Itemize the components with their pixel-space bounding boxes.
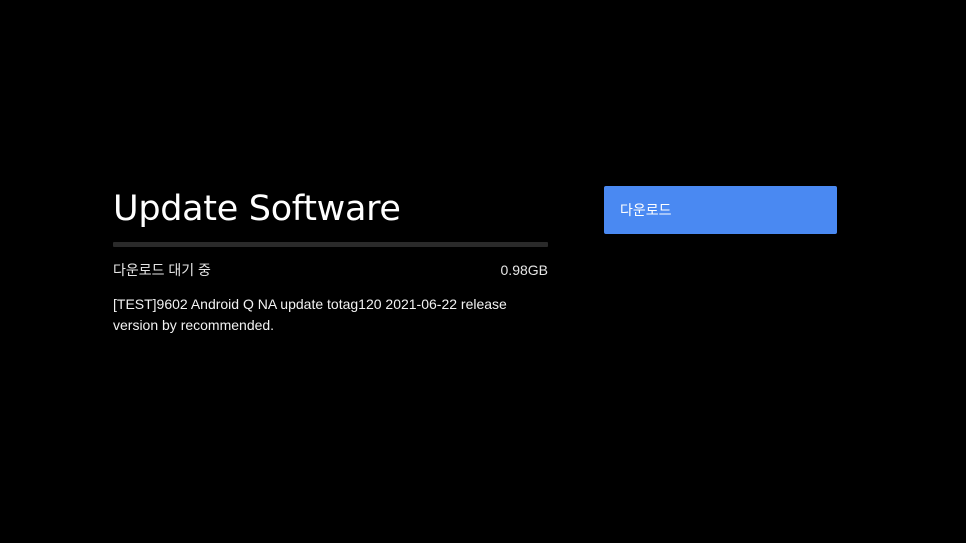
download-button[interactable]: 다운로드: [604, 186, 837, 234]
download-status-row: 다운로드 대기 중 0.98GB: [113, 260, 548, 280]
download-size-text: 0.98GB: [500, 262, 548, 278]
page-title: Update Software: [113, 189, 401, 229]
update-info-panel: Update Software 다운로드 대기 중 0.98GB [TEST]9…: [113, 186, 548, 333]
update-description: [TEST]9602 Android Q NA update totag120 …: [113, 296, 507, 333]
download-button-label: 다운로드: [620, 202, 672, 218]
download-status-text: 다운로드 대기 중: [113, 262, 211, 278]
update-software-screen: Update Software 다운로드 대기 중 0.98GB [TEST]9…: [0, 0, 966, 543]
download-progress-bar: [113, 242, 548, 247]
